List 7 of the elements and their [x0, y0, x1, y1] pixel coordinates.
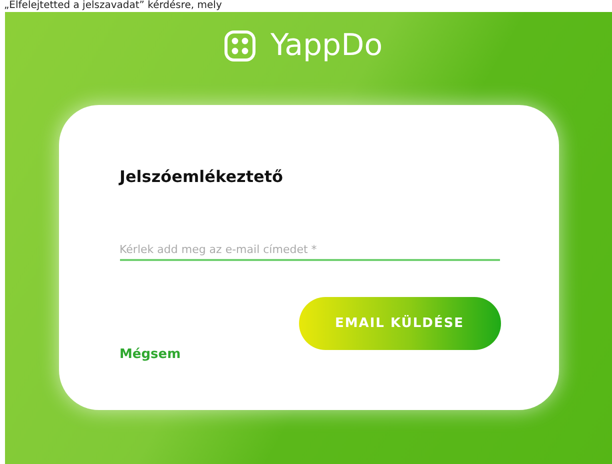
- card-title: Jelszóemlékeztető: [120, 167, 284, 186]
- cancel-link[interactable]: Mégsem: [120, 347, 181, 362]
- logo-text: YappDo: [270, 28, 383, 63]
- caption-text: „Elfelejtetted a jelszavadat” kérdésre, mely: [3, 0, 223, 12]
- email-field[interactable]: Kérlek add meg az e-mail címedet *: [120, 241, 500, 261]
- dice-logo-icon: [224, 30, 256, 62]
- send-email-button[interactable]: EMAIL KÜLDÉSE: [298, 297, 500, 350]
